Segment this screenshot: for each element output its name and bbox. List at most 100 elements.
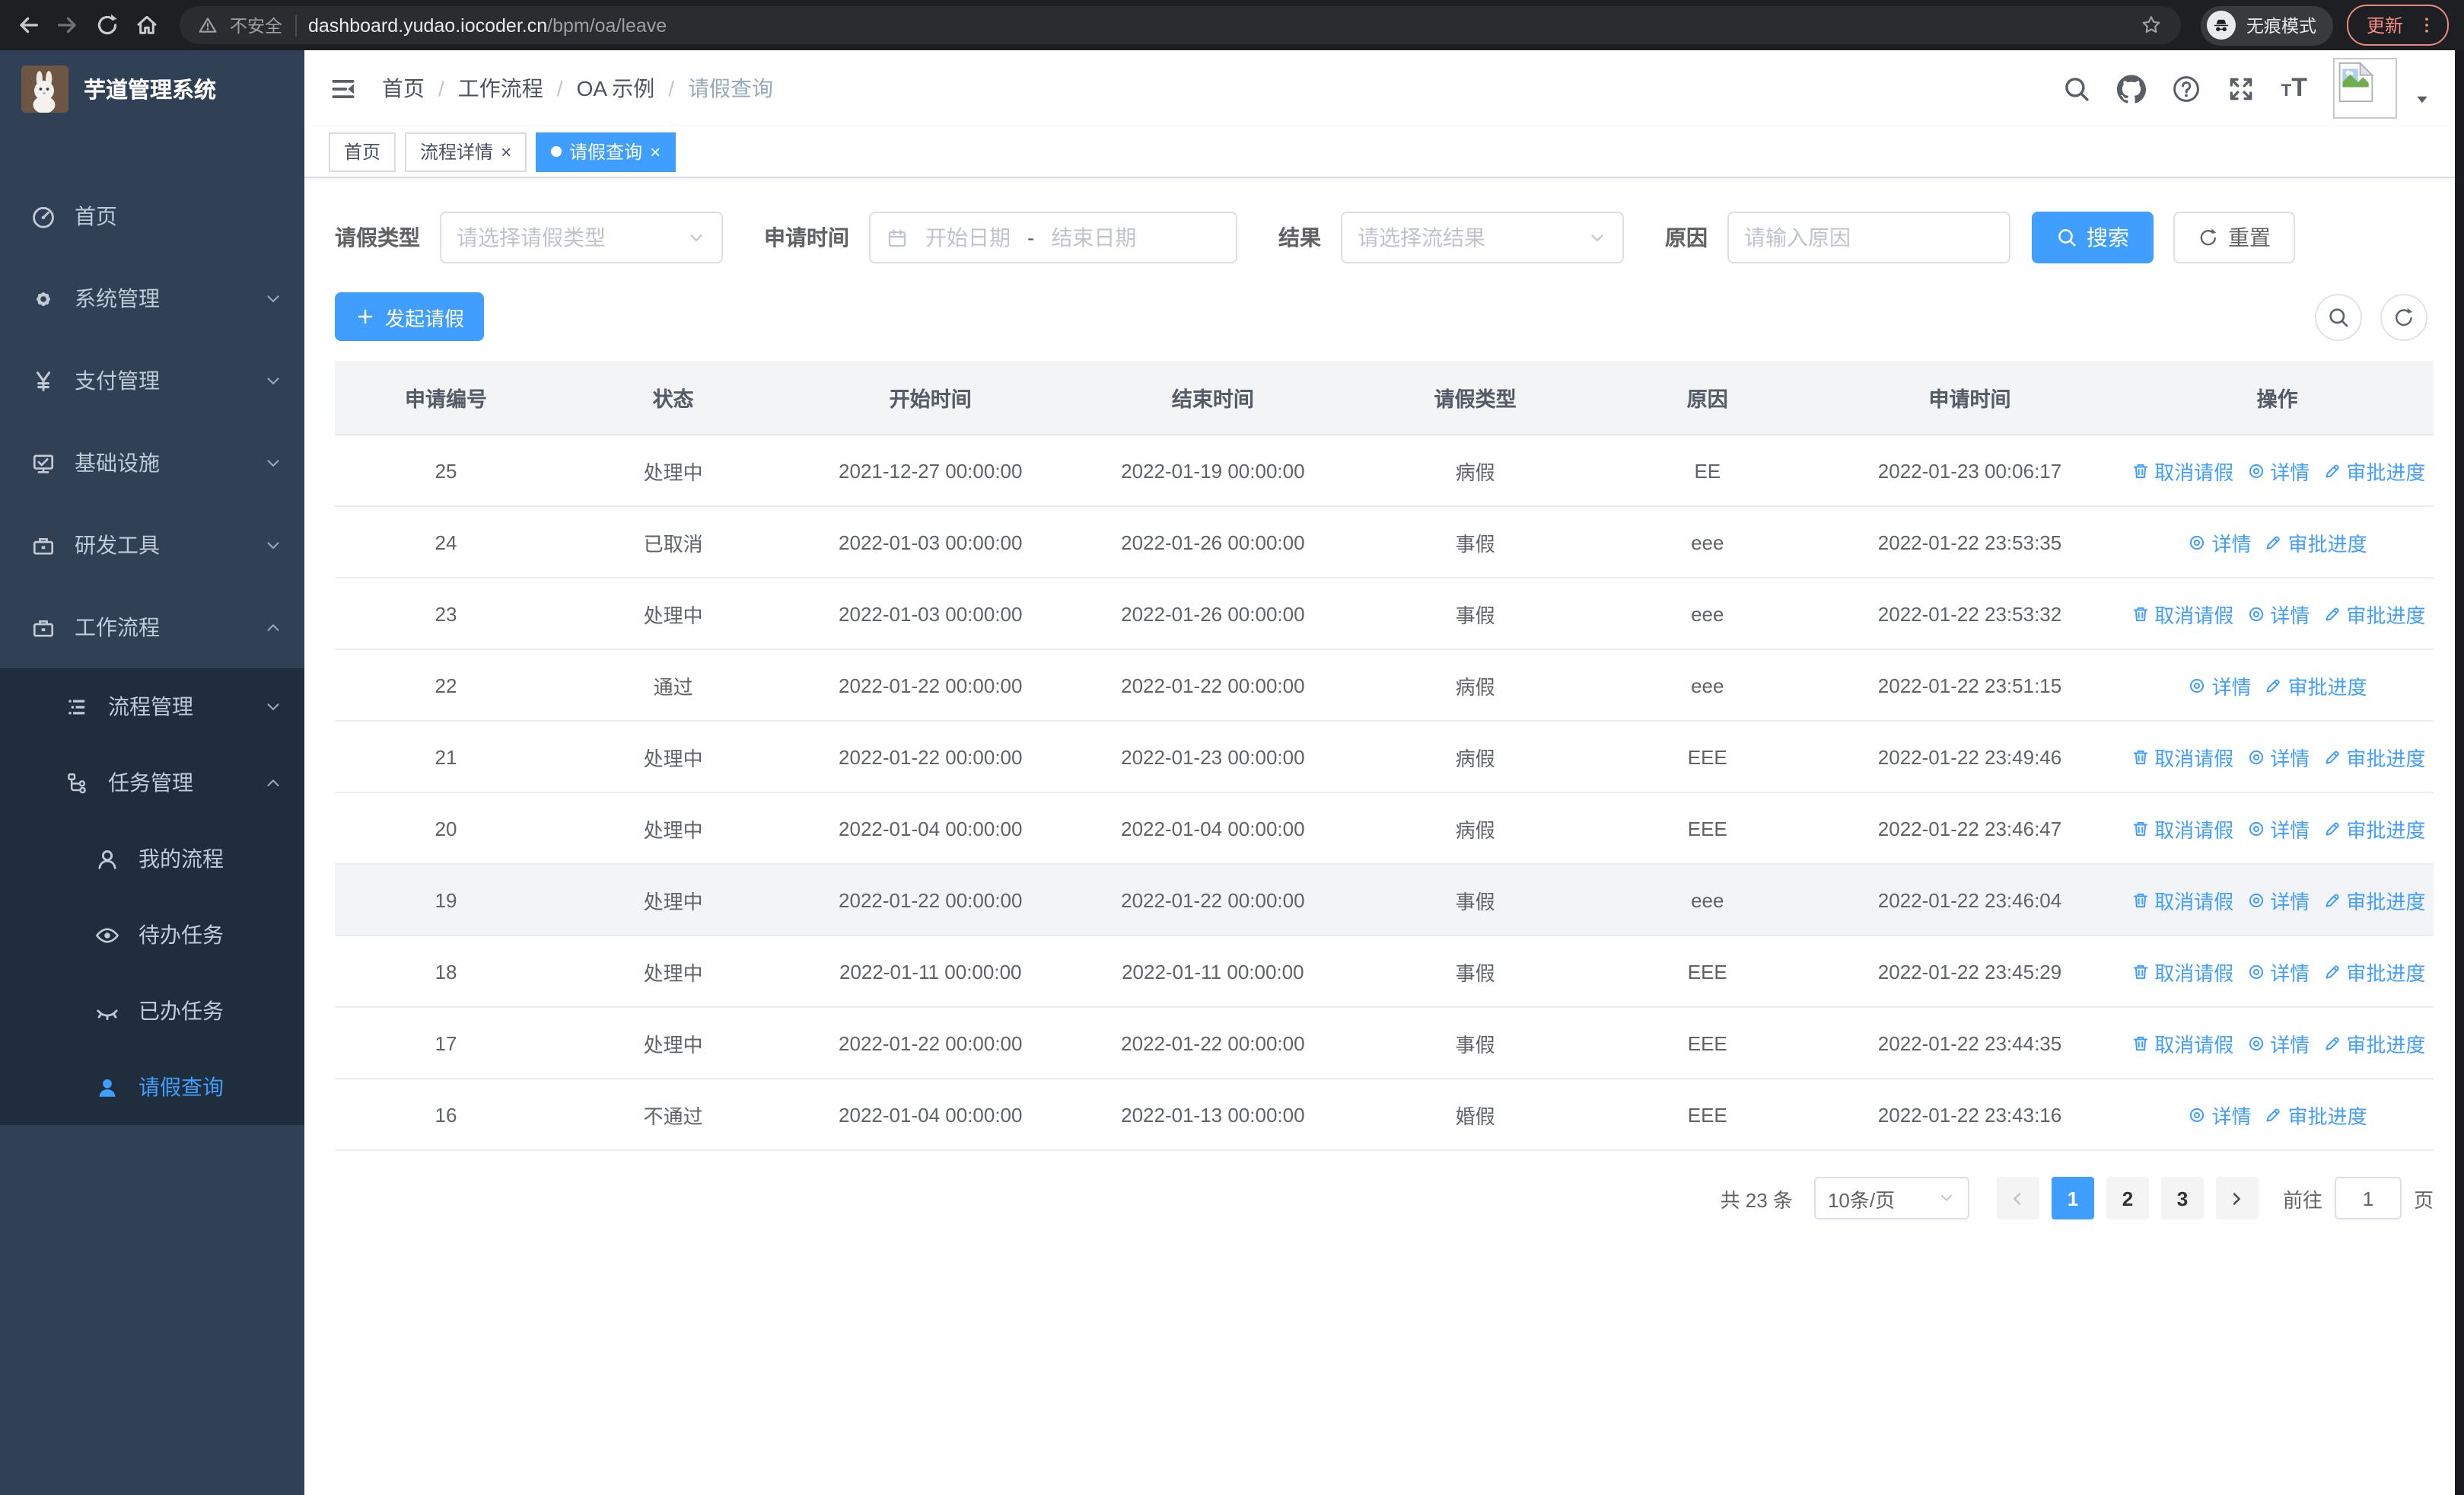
action-progress-link[interactable]: 审批进度	[2322, 456, 2425, 485]
sidebar-item-label: 流程管理	[108, 694, 193, 719]
action-cancel-link[interactable]: 取消请假	[2130, 456, 2233, 485]
action-detail-link[interactable]: 详情	[2246, 456, 2310, 485]
sidebar-item-infrastructure[interactable]: 基础设施	[0, 422, 304, 504]
sidebar-item-my-process[interactable]: 我的流程	[0, 821, 304, 897]
action-detail-link[interactable]: 详情	[2246, 599, 2310, 628]
avatar[interactable]	[2333, 58, 2397, 119]
home-icon[interactable]	[134, 12, 160, 38]
logo[interactable]: 芋道管理系统	[0, 50, 304, 126]
action-cancel-link[interactable]: 取消请假	[2130, 742, 2233, 771]
action-detail-link[interactable]: 详情	[2188, 671, 2252, 700]
action-label: 详情	[2270, 890, 2310, 913]
breadcrumb-item[interactable]: 首页	[382, 73, 425, 104]
breadcrumb-item[interactable]: 工作流程	[458, 73, 543, 104]
browser-update-button[interactable]: 更新	[2346, 5, 2449, 46]
forward-icon[interactable]	[55, 12, 81, 38]
collapse-sidebar-icon[interactable]	[329, 74, 358, 103]
sidebar-item-devtools[interactable]: 研发工具	[0, 504, 304, 586]
action-label: 取消请假	[2154, 1033, 2234, 1056]
sidebar-item-todo-task[interactable]: 待办任务	[0, 897, 304, 973]
action-progress-link[interactable]: 审批进度	[2322, 599, 2425, 628]
create-leave-button[interactable]: 发起请假	[335, 292, 485, 341]
font-size-icon[interactable]	[2281, 75, 2307, 102]
action-detail-link[interactable]: 详情	[2188, 1100, 2252, 1129]
sidebar-item-payment[interactable]: 支付管理	[0, 339, 304, 422]
next-page-button[interactable]	[2215, 1177, 2259, 1219]
action-label: 详情	[2270, 747, 2310, 770]
leave-type-select[interactable]: 请选择请假类型	[440, 212, 723, 263]
action-detail-link[interactable]: 详情	[2246, 814, 2310, 843]
action-cancel-link[interactable]: 取消请假	[2130, 1028, 2233, 1057]
scrollbar[interactable]	[2455, 50, 2464, 1495]
show-search-button[interactable]	[2315, 293, 2362, 340]
sidebar-item-done-task[interactable]: 已办任务	[0, 973, 304, 1049]
page-button-2[interactable]: 2	[2106, 1177, 2149, 1219]
menu-dots-icon[interactable]	[2417, 15, 2437, 35]
address-bar[interactable]: 不安全 dashboard.yudao.iocoder.cn/bpm/oa/le…	[180, 6, 2181, 44]
action-cancel-link[interactable]: 取消请假	[2130, 957, 2233, 986]
action-progress-link[interactable]: 审批进度	[2322, 814, 2425, 843]
page-size-value: 10条/页	[1827, 1188, 1896, 1211]
chevron-down-icon[interactable]	[2414, 91, 2431, 107]
page-button-1[interactable]: 1	[2051, 1177, 2094, 1219]
action-cancel-link[interactable]: 取消请假	[2130, 885, 2233, 914]
action-label: 审批进度	[2346, 747, 2426, 770]
action-detail-link[interactable]: 详情	[2188, 528, 2252, 556]
reason-input[interactable]: 请输入原因	[1727, 212, 2010, 263]
bookmark-star-icon[interactable]	[2140, 14, 2163, 37]
sidebar-item-task-mgmt[interactable]: 任务管理	[0, 744, 304, 821]
back-icon[interactable]	[15, 12, 41, 38]
cell-status: 不通过	[557, 1079, 790, 1151]
action-detail-link[interactable]: 详情	[2246, 885, 2310, 914]
sidebar-item-system[interactable]: 系统管理	[0, 257, 304, 339]
page-size-select[interactable]: 10条/页	[1813, 1177, 1969, 1219]
action-progress-link[interactable]: 审批进度	[2322, 1028, 2425, 1057]
action-detail-link[interactable]: 详情	[2246, 957, 2310, 986]
close-icon[interactable]	[501, 142, 511, 161]
refresh-table-button[interactable]	[2380, 293, 2427, 340]
column-header: 原因	[1596, 361, 1819, 435]
yen-icon	[30, 368, 56, 394]
cell-apply_time: 2022-01-22 23:44:35	[1818, 1007, 2122, 1079]
chevron-down-icon	[1587, 228, 1607, 247]
action-progress-link[interactable]: 审批进度	[2322, 885, 2425, 914]
tab-home[interactable]: 首页	[329, 132, 396, 171]
page-button-3[interactable]: 3	[2160, 1177, 2204, 1219]
action-cancel-link[interactable]: 取消请假	[2130, 599, 2233, 628]
action-detail-link[interactable]: 详情	[2246, 1028, 2310, 1057]
apply-time-range-picker[interactable]: 开始日期 - 结束日期	[869, 212, 1237, 263]
action-progress-link[interactable]: 审批进度	[2264, 1100, 2367, 1129]
breadcrumb-item[interactable]: OA 示例	[577, 73, 655, 104]
action-progress-link[interactable]: 审批进度	[2322, 957, 2425, 986]
action-detail-link[interactable]: 详情	[2246, 742, 2310, 771]
help-icon[interactable]	[2172, 74, 2201, 103]
cell-reason: eee	[1596, 649, 1819, 722]
github-icon[interactable]	[2117, 74, 2146, 103]
cell-type: 事假	[1354, 1007, 1597, 1079]
close-icon[interactable]	[650, 142, 661, 161]
action-progress-link[interactable]: 审批进度	[2264, 671, 2367, 700]
sidebar-item-leave-query[interactable]: 请假查询	[0, 1049, 304, 1125]
search-icon[interactable]	[2062, 74, 2091, 103]
sidebar-item-home[interactable]: 首页	[0, 175, 304, 257]
action-label: 审批进度	[2346, 461, 2426, 483]
fullscreen-icon[interactable]	[2227, 74, 2255, 103]
cell-status: 处理中	[557, 721, 790, 793]
goto-page-input[interactable]	[2334, 1177, 2402, 1219]
cell-end: 2022-01-26 00:00:00	[1071, 578, 1355, 650]
chevron-down-icon	[686, 228, 706, 247]
reset-button[interactable]: 重置	[2173, 212, 2295, 263]
search-button[interactable]: 搜索	[2032, 212, 2154, 263]
result-select[interactable]: 请选择流结果	[1341, 212, 1624, 263]
action-progress-link[interactable]: 审批进度	[2322, 742, 2425, 771]
reload-icon[interactable]	[94, 12, 120, 38]
pen-icon	[2322, 961, 2341, 981]
tab-leave-query[interactable]: 请假查询	[536, 132, 676, 171]
action-cancel-link[interactable]: 取消请假	[2130, 814, 2233, 843]
sidebar-item-workflow[interactable]: 工作流程	[0, 586, 304, 668]
gear-icon	[30, 285, 56, 311]
action-progress-link[interactable]: 审批进度	[2264, 528, 2367, 556]
sidebar-item-process-mgmt[interactable]: 流程管理	[0, 668, 304, 744]
prev-page-button[interactable]	[1996, 1177, 2039, 1219]
tab-process-detail[interactable]: 流程详情	[405, 132, 527, 171]
